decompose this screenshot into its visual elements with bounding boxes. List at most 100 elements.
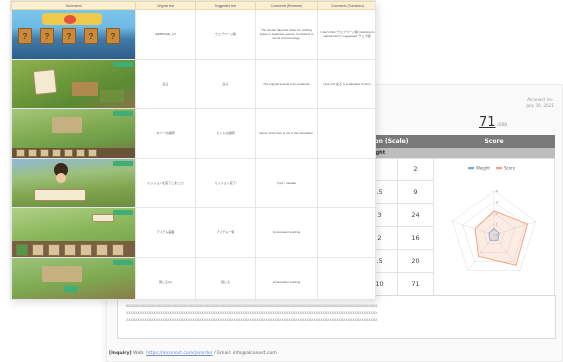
translator-comment: How so? 戻る is a standard UI term. (317, 58, 375, 109)
item-slot[interactable] (16, 148, 25, 157)
web-label: Web: (133, 351, 145, 356)
score-header: Score (433, 135, 555, 148)
game-screenshot (12, 257, 135, 299)
game-screenshot (12, 208, 135, 257)
comment-line: XXXXXXXXXXXXXXXXXXXXXXXXXXXXXXXXXXXXXXXX… (126, 303, 378, 308)
radar-chart-cell: 4 3 2 1 0 Weight Score (433, 157, 555, 296)
comment-box: XXXXXXXXXXXXXXXXXXXXXXXXXXXXXXXXXXXXXXXX… (117, 295, 556, 339)
reviewer-comment: Inconsistent wording (255, 256, 318, 299)
translator-comment (317, 207, 375, 258)
translator-comment (317, 256, 375, 299)
original-text: 閉じる(X) (135, 256, 196, 299)
game-screenshot: ? ? ? ? ? (12, 10, 135, 59)
table-cell: 16 (397, 225, 434, 250)
inquiry-footer: [Inquiry] Web: https://alconost.com/ja/o… (109, 351, 277, 356)
item-slot[interactable] (64, 243, 76, 256)
table-cell: 20 (397, 248, 434, 273)
evaluation-table: ation (Scale) Score ight 2 4 3 2 1 0 Weight Sc… (361, 135, 555, 296)
status-tag (113, 210, 133, 215)
dialog-bubble (34, 188, 86, 201)
bush-icon (100, 89, 124, 102)
legend-swatch (468, 166, 474, 169)
radar-tick-label: 3 (496, 200, 498, 204)
report-date: July 30, 2021 (526, 103, 554, 108)
screenshot-cell (11, 58, 136, 109)
building-icon (42, 265, 82, 282)
item-slot[interactable] (64, 148, 73, 157)
total-score: 71 (479, 115, 496, 130)
item-slot[interactable] (76, 148, 85, 157)
screenshot-cell (11, 108, 136, 159)
col-header-original: Original text (135, 1, 196, 10)
table-row: ホバーの説明 ヒントの説明 Name of the item is not in… (11, 108, 375, 159)
game-screenshot (12, 158, 135, 207)
reviewer-comment: Typo / mistake (255, 157, 318, 208)
score-max: /100 (497, 123, 508, 128)
table-cell: 9 (397, 180, 434, 205)
mystery-box-icon: ? (18, 28, 32, 44)
legend-label: Weight (476, 165, 490, 170)
screenshot-cell (11, 157, 136, 208)
mystery-box-icon: ? (40, 28, 54, 44)
item-slot[interactable] (80, 243, 92, 256)
hut-icon (72, 81, 98, 96)
order-link[interactable]: https://alconost.com/ja/order (146, 351, 213, 356)
item-slot[interactable] (48, 243, 60, 256)
original-text: アイテム画面 (135, 207, 196, 258)
original-text: ミッションを完了しました! (135, 157, 196, 208)
item-slot[interactable] (88, 148, 97, 157)
radar-series-score (474, 209, 529, 266)
reviewer-comment: Name of the item is not in the translati… (255, 108, 318, 159)
suggested-text: 閉じる (195, 256, 256, 299)
item-slot[interactable] (40, 148, 49, 157)
original-text: 戻る (135, 58, 196, 109)
col-header-translator: Comments (Translator) (317, 1, 375, 10)
status-tag (113, 160, 133, 166)
original-text: WEBPAGE_1.0 (135, 9, 196, 60)
legend-label: Score (504, 165, 516, 170)
screenshot-cell (11, 256, 136, 299)
plant-item-icon[interactable] (16, 243, 28, 256)
table-cell: 24 (397, 203, 434, 227)
table-cell: 2 (397, 157, 434, 182)
review-table: Screenshot Original text Suggested text … (11, 1, 375, 299)
game-screenshot (12, 59, 135, 108)
suggested-text: ミッション完了! (195, 157, 256, 208)
radar-tick-label: 4 (496, 189, 499, 193)
translator-comment (317, 108, 375, 159)
item-slot[interactable] (112, 243, 124, 256)
col-header-suggested: Suggested text (195, 1, 256, 10)
col-header-reviewer: Comments (Reviewer) (255, 1, 318, 10)
status-tag (113, 61, 133, 67)
comment-line: XXXXXXXXXXXXXXXXXXXXXXXXXXXXXXXXXXXXXXXX… (126, 310, 378, 315)
table-row: 閉じる(X) 閉じる Inconsistent wording (11, 256, 375, 299)
screenshot-cell: ? ? ? ? ? (11, 9, 136, 60)
character-face-icon (56, 172, 66, 183)
radar-chart: 43210Weight Score (451, 165, 537, 271)
chart-subheader (433, 148, 555, 158)
report-header: Alconost Inc. July 30, 2021 (526, 97, 554, 109)
table-row: ? ? ? ? ? WEBPAGE_1.0 ウェブページ版 The shorte… (11, 9, 375, 60)
table-cell: 71 (397, 271, 434, 296)
translator-comment (317, 157, 375, 208)
legend-swatch (496, 166, 502, 169)
suggested-text: ヒントの説明 (195, 108, 256, 159)
table-row: アイテム画面 アイテム一覧 Inconsistent wording (11, 207, 375, 258)
suggested-text: 戻る (195, 58, 256, 109)
mystery-box-icon: ? (84, 28, 98, 44)
email-text: / Email: info@alconost.com (214, 351, 277, 356)
item-slot[interactable] (52, 148, 61, 157)
game-screenshot (12, 109, 135, 158)
item-slot[interactable] (32, 243, 44, 256)
mystery-box-icon: ? (62, 28, 76, 44)
item-slot[interactable] (28, 148, 37, 157)
translator-comment: I don't think 'ウェブページ版' (website) is nat… (317, 9, 375, 60)
item-slot[interactable] (96, 243, 108, 256)
col-header-screenshot: Screenshot (11, 1, 136, 10)
comment-line: XXXXXXXXXXXXXXXXXXXXXXXXXXXXXXXXXXXXXXXX… (126, 317, 378, 322)
reviewer-comment: Inconsistent wording (255, 207, 318, 258)
close-button[interactable] (64, 285, 78, 292)
reviewer-comment: The shorter label fits better for existi… (255, 9, 318, 60)
table-row: ミッションを完了しました! ミッション完了! Typo / mistake (11, 157, 375, 208)
table-row: 戻る 戻る The original sounds a bit unnatura… (11, 58, 375, 109)
